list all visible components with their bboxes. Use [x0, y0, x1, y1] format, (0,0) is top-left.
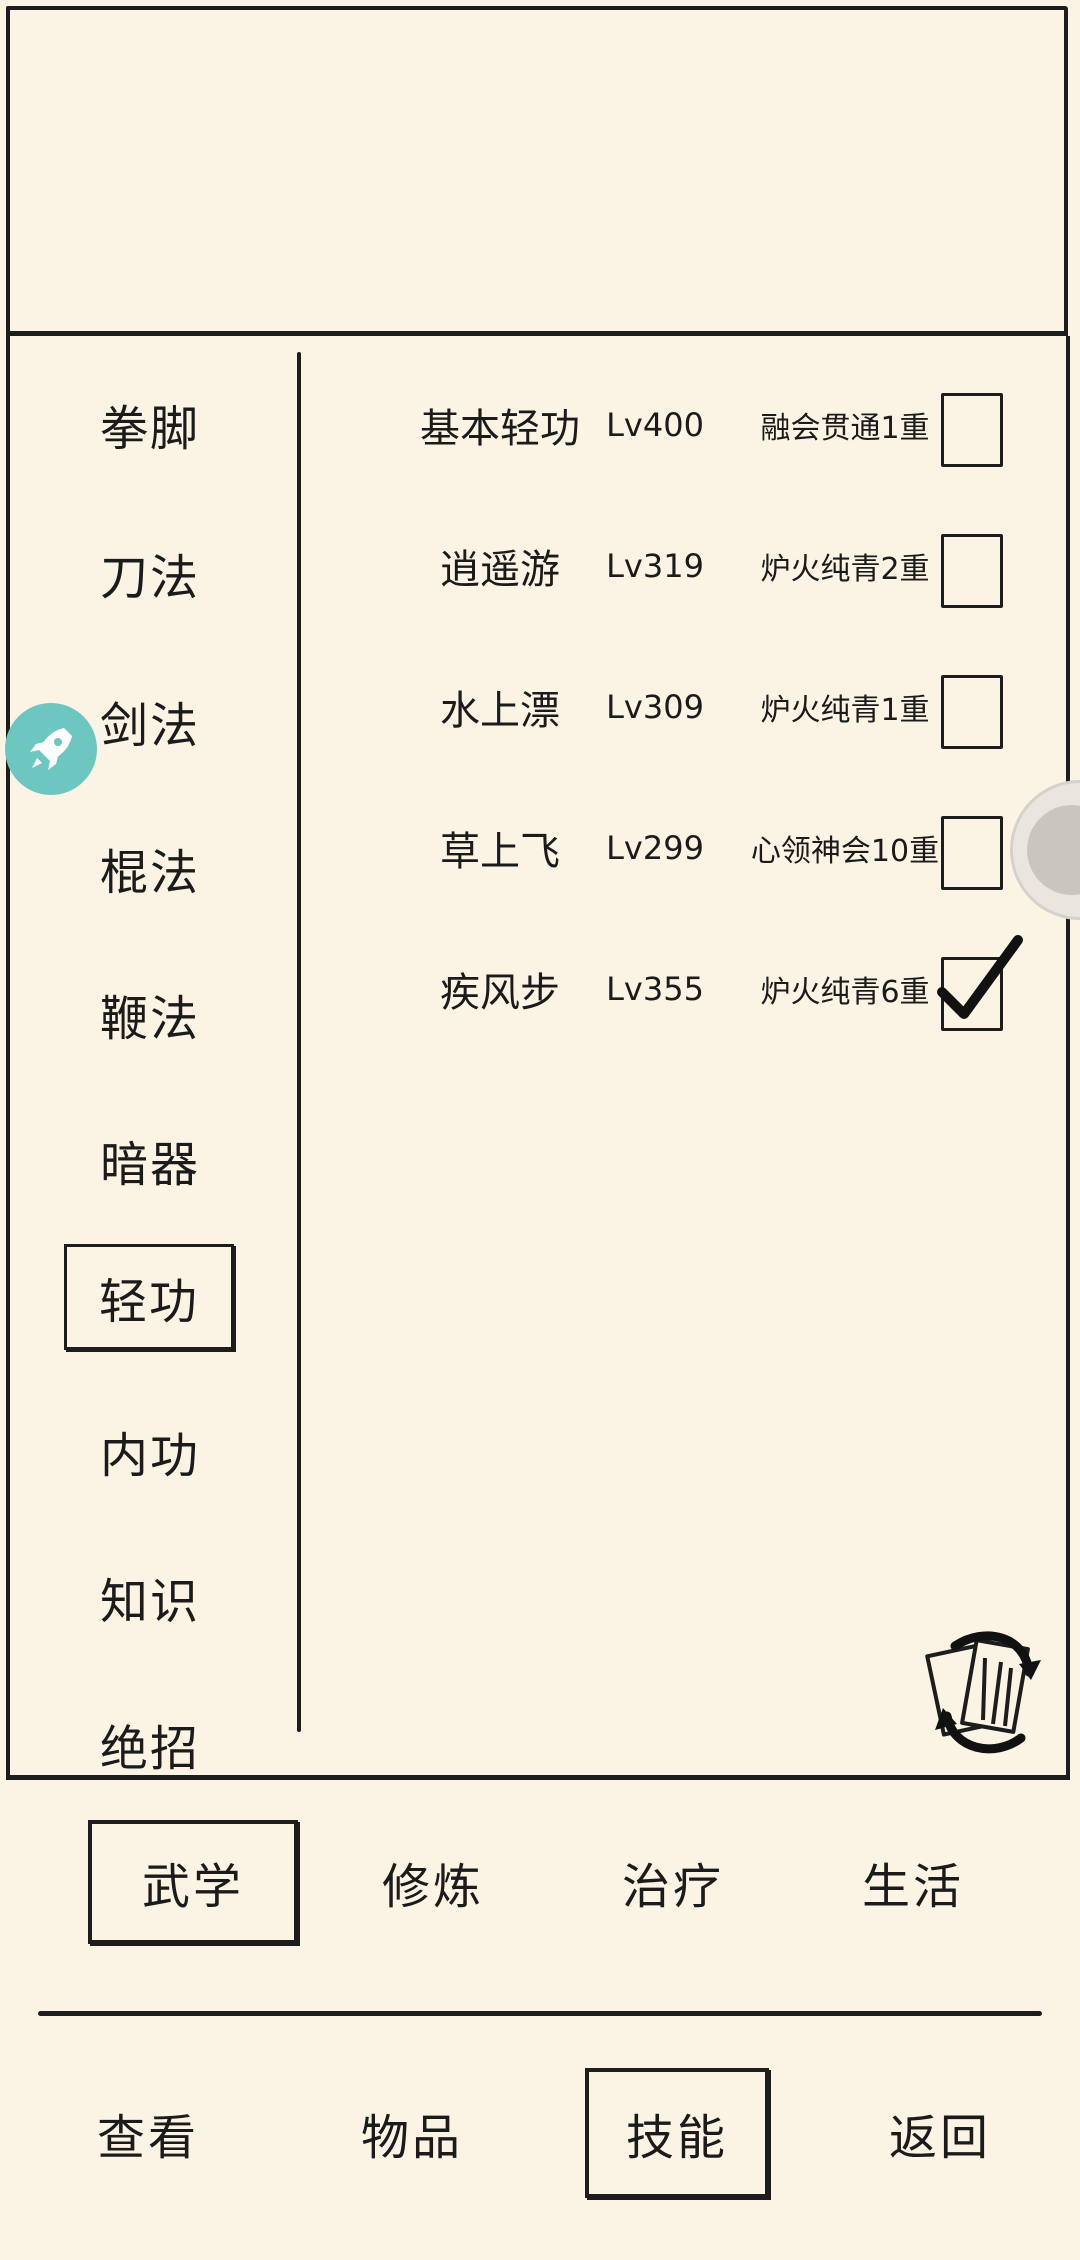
nav-chakan[interactable]: 查看	[56, 2068, 240, 2198]
rocket-float-button[interactable]	[5, 703, 97, 795]
skill-rank: 炉火纯青2重	[760, 552, 930, 587]
category-juezhao[interactable]: 绝招	[64, 1694, 236, 1794]
skill-checkbox[interactable]	[941, 675, 1003, 749]
skill-rank: 炉火纯青6重	[760, 975, 930, 1010]
panel-divider	[297, 352, 301, 1732]
skill-checkbox[interactable]	[941, 816, 1003, 890]
info-panel	[6, 6, 1068, 336]
category-neigong[interactable]: 内功	[64, 1401, 236, 1501]
skill-checkbox[interactable]	[937, 935, 1023, 1031]
checkmark-icon	[937, 935, 1023, 1019]
tab-zhiliao[interactable]: 治疗	[568, 1820, 778, 1944]
tab-wuxue[interactable]: 武学	[88, 1820, 298, 1944]
handle-knob	[1027, 805, 1080, 895]
skill-rank: 心领神会10重	[750, 834, 940, 869]
skill-row[interactable]: 逍遥游 Lv319 炉火纯青2重	[330, 516, 1030, 616]
category-anqi[interactable]: 暗器	[64, 1110, 236, 1210]
rocket-icon	[30, 728, 72, 770]
skill-rank: 炉火纯青1重	[760, 693, 930, 728]
skill-level: Lv400	[606, 406, 704, 444]
skill-row[interactable]: 水上漂 Lv309 炉火纯青1重	[330, 657, 1030, 757]
swap-cards-icon[interactable]	[925, 1628, 1045, 1758]
nav-divider	[38, 2011, 1042, 2016]
skill-row[interactable]: 基本轻功 Lv400 融会贯通1重	[330, 375, 1030, 475]
nav-fanhui[interactable]: 返回	[848, 2068, 1032, 2198]
category-quanjiao[interactable]: 拳脚	[64, 374, 236, 474]
category-zhishi[interactable]: 知识	[64, 1547, 236, 1647]
nav-jineng[interactable]: 技能	[585, 2068, 769, 2198]
skill-checkbox[interactable]	[941, 393, 1003, 467]
tab-xiulian[interactable]: 修炼	[328, 1820, 538, 1944]
skill-level: Lv309	[606, 688, 704, 726]
skill-level: Lv299	[606, 829, 704, 867]
skill-checkbox[interactable]	[941, 534, 1003, 608]
skill-rank: 融会贯通1重	[760, 411, 930, 446]
tab-shenghuo[interactable]: 生活	[808, 1820, 1018, 1944]
category-qinggong[interactable]: 轻功	[64, 1244, 234, 1350]
category-daofa[interactable]: 刀法	[64, 523, 236, 623]
skill-row[interactable]: 疾风步 Lv355 炉火纯青6重	[330, 935, 1030, 1039]
category-bianfa[interactable]: 鞭法	[64, 964, 236, 1064]
skill-level: Lv319	[606, 547, 704, 585]
nav-wupin[interactable]: 物品	[320, 2068, 504, 2198]
skill-row[interactable]: 草上飞 Lv299 心领神会10重	[330, 798, 1030, 898]
category-gunfa[interactable]: 棍法	[64, 818, 236, 918]
skill-level: Lv355	[606, 970, 704, 1008]
